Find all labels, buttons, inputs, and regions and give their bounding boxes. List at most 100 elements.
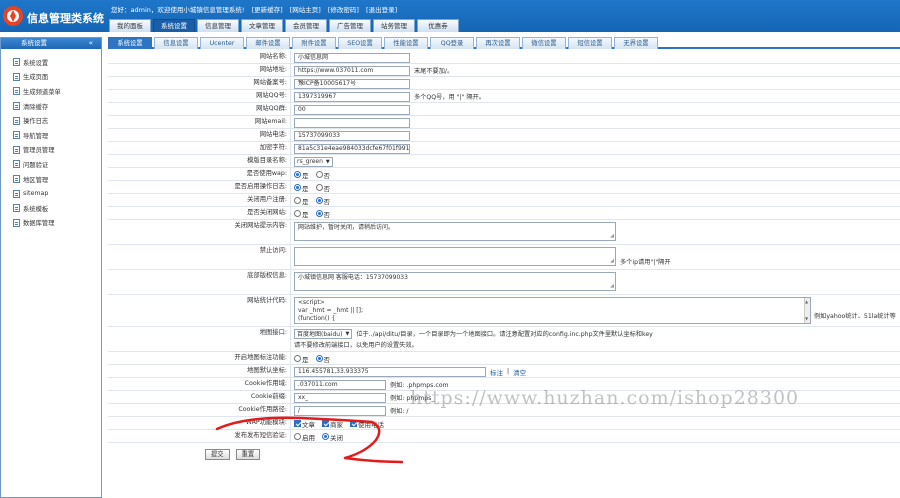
ban-ip-textarea[interactable]: ◢: [294, 247, 616, 266]
sidebar-item-templates[interactable]: 系统模板: [1, 201, 101, 216]
nav-tab-site-affairs[interactable]: 站务管理: [373, 19, 415, 32]
row-qq: 网站QQ号: 1397319967 多个QQ号，用 "|" 隔开。: [108, 90, 900, 103]
sidebar-item-admins[interactable]: 管理员管理: [1, 143, 101, 158]
cookie-path-input[interactable]: /: [294, 405, 386, 416]
row-close-register: 关闭用户注册: 是 否: [108, 194, 900, 207]
sidebar-item-label: 操作日志: [23, 118, 49, 126]
code-line: (function() {: [298, 315, 336, 322]
clear-link[interactable]: 清空: [513, 367, 526, 377]
radio-label: 是: [302, 355, 309, 364]
sidebar-item-generate-pages[interactable]: 生成页面: [1, 70, 101, 85]
reset-button[interactable]: 重置: [235, 449, 261, 460]
refresh-cache-link[interactable]: [更新缓存]: [252, 6, 283, 14]
copyright-textarea[interactable]: 小城镇信息网 客服电话：15737099033 ◢: [294, 272, 616, 291]
auth-key-input[interactable]: 81a5c31e4eae984033dcfe67f01f9913: [294, 143, 410, 154]
site-url-input[interactable]: https://www.037011.com: [294, 65, 410, 76]
map-flag-no-radio[interactable]: 否: [315, 354, 330, 364]
site-home-link[interactable]: [网站主页]: [290, 6, 321, 14]
cookie-domain-input[interactable]: .037011.com: [294, 379, 386, 390]
row-map-flag: 开启地图标注功能: 是 否: [108, 352, 900, 365]
tab-mail[interactable]: 邮件设置: [246, 37, 290, 49]
nav-tab-dashboard[interactable]: 我的面板: [109, 19, 151, 32]
sidebar-item-navigation[interactable]: 导航管理: [1, 128, 101, 143]
tab-qq-login[interactable]: QQ登录: [430, 37, 474, 49]
resize-grip-icon[interactable]: ◢: [610, 282, 614, 290]
field-hint: 末尾不要加/。: [414, 68, 454, 75]
close-site-no-radio[interactable]: 否: [315, 209, 331, 219]
map-api-select[interactable]: 百度地图(baidu) ▼: [294, 328, 353, 339]
wap-merchant-checkbox[interactable]: 商家: [322, 419, 343, 429]
sidebar-item-label: 清除缓存: [23, 103, 49, 111]
sidebar-item-clear-cache[interactable]: 清除缓存: [1, 99, 101, 114]
tab-boundless[interactable]: 无界设置: [614, 37, 658, 49]
close-register-no-radio[interactable]: 否: [315, 196, 330, 206]
radio-icon: [315, 197, 323, 204]
close-msg-textarea[interactable]: 网站维护，暂时关闭，请稍后访问。 ◢: [294, 222, 616, 241]
textarea-scrollbar[interactable]: [804, 298, 810, 323]
checkbox-icon: [322, 420, 329, 427]
sidebar-item-database[interactable]: 数据库管理: [1, 216, 101, 231]
logout-link[interactable]: [退出登录]: [366, 6, 397, 14]
sidebar-item-label: 生成页面: [23, 74, 49, 82]
tab-ucenter[interactable]: Ucenter: [200, 37, 244, 49]
mark-link[interactable]: 标注: [490, 367, 503, 377]
cookie-prefix-input[interactable]: xx_: [294, 392, 386, 403]
stat-code-textarea[interactable]: <script> var _hmt = _hmt || []; (functio…: [294, 297, 811, 324]
nav-tab-system-settings[interactable]: 系统设置: [153, 19, 195, 32]
tab-wechat[interactable]: 微信设置: [522, 37, 566, 49]
nav-tab-members[interactable]: 会员管理: [285, 19, 327, 32]
email-input[interactable]: [294, 117, 410, 128]
tab-again[interactable]: 再次设置: [476, 37, 520, 49]
field-hint-secondary: 请不要修改前端接口，以免用户的设置失效。: [294, 342, 418, 349]
sms-disable-radio[interactable]: 关闭: [322, 432, 343, 442]
collapse-icon[interactable]: «: [89, 38, 93, 49]
wap-no-radio[interactable]: 否: [315, 170, 330, 180]
field-label: 关闭用户注册:: [108, 194, 291, 206]
tab-attachment[interactable]: 附件设置: [292, 37, 336, 49]
sidebar-item-operation-log[interactable]: 操作日志: [1, 113, 101, 128]
submit-button[interactable]: 提交: [205, 449, 230, 460]
close-register-yes-radio[interactable]: 是: [294, 196, 309, 206]
icp-input[interactable]: 豫ICP备10005617号: [294, 78, 410, 89]
sidebar-item-regions[interactable]: 地区管理: [1, 172, 101, 187]
tab-seo[interactable]: SEO设置: [338, 37, 382, 49]
tab-sms[interactable]: 短信设置: [568, 37, 612, 49]
nav-tab-articles[interactable]: 文章管理: [241, 19, 283, 32]
map-flag-yes-radio[interactable]: 是: [294, 354, 309, 364]
qq-input[interactable]: 1397319967: [294, 91, 410, 102]
field-hint: 例如: /: [390, 408, 409, 415]
change-password-link[interactable]: [修改密码]: [328, 6, 359, 14]
phone-input[interactable]: 15737099033: [294, 130, 410, 141]
sidebar-item-channel-menu[interactable]: 生成频道菜单: [1, 84, 101, 99]
sidebar-item-sitemap[interactable]: sitemap: [1, 186, 101, 201]
nav-tab-info[interactable]: 信息管理: [197, 19, 239, 32]
radio-icon: [315, 355, 323, 362]
wap-phone-checkbox[interactable]: 使用电话: [350, 419, 384, 429]
nav-tab-coupons[interactable]: 优惠券: [417, 19, 459, 32]
tab-info[interactable]: 信息设置: [154, 37, 198, 49]
row-wap: 是否使用wap: 是 否: [108, 168, 900, 181]
brand-title: 信息管理类系统: [27, 12, 104, 25]
row-stat-code: 网站统计代码: <script> var _hmt = _hmt || []; …: [108, 295, 900, 327]
map-default-input[interactable]: 116.455781,33.933375: [294, 366, 486, 377]
sms-enable-radio[interactable]: 启用: [294, 432, 315, 442]
radio-label: 否: [323, 210, 331, 219]
sidebar-item-question-verify[interactable]: 问题验证: [1, 157, 101, 172]
tab-system[interactable]: 系统设置: [108, 37, 152, 49]
qq-group-input[interactable]: 00: [294, 104, 410, 115]
wap-article-checkbox[interactable]: 文章: [294, 419, 315, 429]
link-separator: |: [507, 368, 510, 375]
site-name-input[interactable]: 小城信息网: [294, 52, 410, 63]
tab-performance[interactable]: 性能设置: [384, 37, 428, 49]
field-label: 禁止访问:: [108, 245, 291, 269]
row-qq-group: 网站QQ群: 00: [108, 103, 900, 116]
template-select[interactable]: rs_green ▼: [294, 156, 333, 167]
resize-grip-icon[interactable]: ◢: [610, 257, 614, 265]
close-site-yes-radio[interactable]: 是: [294, 209, 309, 219]
log-no-radio[interactable]: 否: [315, 183, 330, 193]
log-yes-radio[interactable]: 是: [294, 183, 309, 193]
nav-tab-ads[interactable]: 广告管理: [329, 19, 371, 32]
wap-yes-radio[interactable]: 是: [294, 170, 309, 180]
sidebar-item-system-settings[interactable]: 系统设置: [1, 55, 101, 70]
resize-grip-icon[interactable]: ◢: [610, 232, 614, 240]
